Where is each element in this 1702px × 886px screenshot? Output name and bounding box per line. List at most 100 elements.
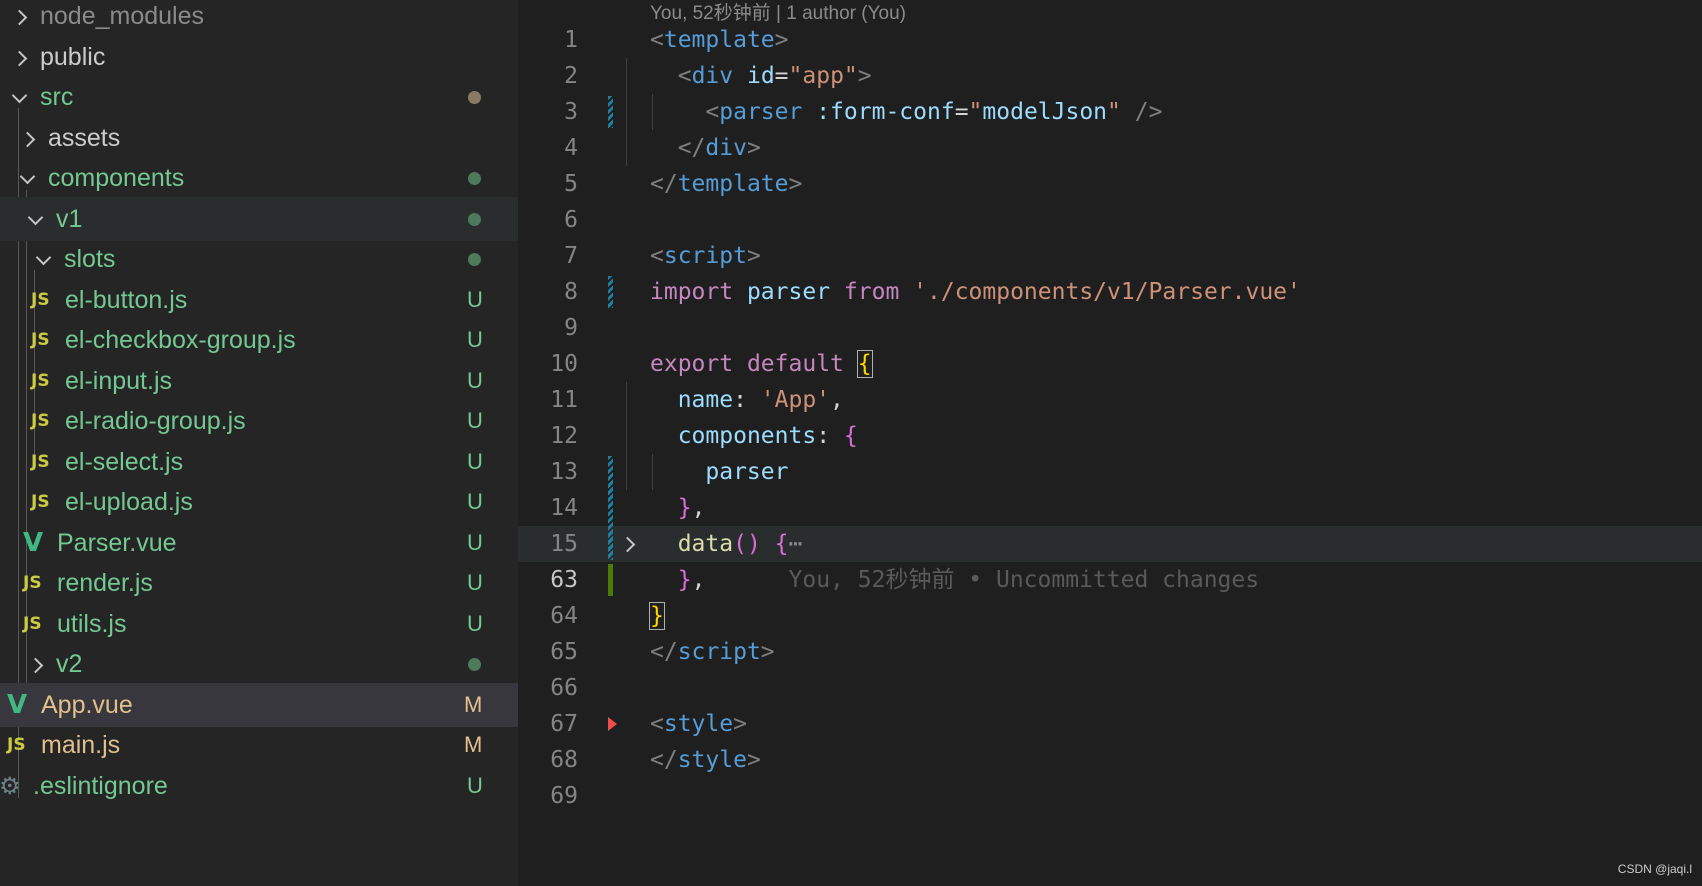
git-status-badge: U <box>467 570 483 595</box>
file-el-radio-group-js[interactable]: JS el-radio-group.js U <box>0 399 518 443</box>
code-line[interactable]: 15 data() {⋯ <box>518 526 1702 562</box>
code-line[interactable]: 6 <box>518 202 1702 238</box>
folder-node-modules[interactable]: node_modules <box>0 0 518 38</box>
git-modified-marker[interactable] <box>608 96 613 128</box>
code-text[interactable]: import parser from './components/v1/Pars… <box>650 274 1301 310</box>
code-line[interactable]: 67 <style> <box>518 706 1702 742</box>
file-el-button-js[interactable]: JS el-button.js U <box>0 278 518 322</box>
code-line[interactable]: 4 </div> <box>518 130 1702 166</box>
code-line[interactable]: 9 <box>518 310 1702 346</box>
line-number[interactable]: 11 <box>518 382 578 418</box>
watermark: CSDN @jaqi.l <box>1617 862 1692 876</box>
code-text[interactable]: parser <box>650 454 788 490</box>
line-number[interactable]: 14 <box>518 490 578 526</box>
code-text[interactable]: <style> <box>650 706 747 742</box>
tree-item-label: public <box>40 43 106 71</box>
code-text[interactable]: <parser :form-conf="modelJson" /> <box>650 94 1162 130</box>
line-number[interactable]: 7 <box>518 238 578 274</box>
folder-public[interactable]: public <box>0 35 518 79</box>
code-line[interactable]: 13 parser <box>518 454 1702 490</box>
code-text[interactable]: <div id="app"> <box>650 58 872 94</box>
line-number[interactable]: 2 <box>518 58 578 94</box>
folder-components[interactable]: components <box>0 156 518 200</box>
code-line[interactable]: 63 }, You, 52秒钟前 • Uncommitted changes <box>518 562 1702 598</box>
line-number[interactable]: 4 <box>518 130 578 166</box>
code-line[interactable]: 1 <template> <box>518 22 1702 58</box>
file-el-select-js[interactable]: JS el-select.js U <box>0 440 518 484</box>
git-deleted-marker[interactable] <box>608 717 617 731</box>
code-line[interactable]: 2 <div id="app"> <box>518 58 1702 94</box>
folder-v1[interactable]: v1 <box>0 197 518 241</box>
file-parser-vue[interactable]: V Parser.vue U <box>0 521 518 565</box>
line-number[interactable]: 5 <box>518 166 578 202</box>
code-text[interactable]: }, You, 52秒钟前 • Uncommitted changes <box>650 562 1259 598</box>
git-modified-marker[interactable] <box>608 276 613 308</box>
line-number[interactable]: 1 <box>518 22 578 58</box>
code-line[interactable]: 11 name: 'App', <box>518 382 1702 418</box>
line-number[interactable]: 12 <box>518 418 578 454</box>
tree-item-label: el-upload.js <box>65 488 193 516</box>
code-line[interactable]: 66 <box>518 670 1702 706</box>
code-text[interactable]: } <box>649 598 665 634</box>
folder-slots[interactable]: slots <box>0 237 518 281</box>
code-line[interactable]: 10 export default { <box>518 346 1702 382</box>
line-number[interactable]: 8 <box>518 274 578 310</box>
line-number[interactable]: 69 <box>518 778 578 814</box>
line-number[interactable]: 3 <box>518 94 578 130</box>
tree-item-label: node_modules <box>40 2 205 30</box>
folder-assets[interactable]: assets <box>0 116 518 160</box>
line-number[interactable]: 65 <box>518 634 578 670</box>
chevron-right-icon <box>20 132 32 144</box>
line-number[interactable]: 68 <box>518 742 578 778</box>
file-app-vue[interactable]: V App.vue M <box>0 683 518 727</box>
git-added-marker[interactable] <box>608 564 613 596</box>
code-line[interactable]: 5 </template> <box>518 166 1702 202</box>
line-number[interactable]: 63 <box>518 562 578 598</box>
code-line[interactable]: 12 components: { <box>518 418 1702 454</box>
javascript-file-icon: JS <box>31 492 50 512</box>
tree-item-label: el-button.js <box>65 286 188 314</box>
code-text[interactable]: </script> <box>650 634 775 670</box>
line-number[interactable]: 6 <box>518 202 578 238</box>
tree-item-label: Parser.vue <box>57 529 177 557</box>
file-utils-js[interactable]: JS utils.js U <box>0 602 518 646</box>
code-text[interactable]: components: { <box>650 418 858 454</box>
code-text[interactable]: data() {⋯ <box>650 526 803 562</box>
line-number[interactable]: 15 <box>518 526 578 562</box>
code-line[interactable]: 69 <box>518 778 1702 814</box>
line-number[interactable]: 64 <box>518 598 578 634</box>
line-number[interactable]: 9 <box>518 310 578 346</box>
line-number[interactable]: 66 <box>518 670 578 706</box>
git-modified-marker[interactable] <box>608 456 613 560</box>
code-text[interactable]: name: 'App', <box>650 382 844 418</box>
folder-v2[interactable]: v2 <box>0 642 518 686</box>
code-text[interactable]: }, <box>650 490 706 526</box>
code-line[interactable]: 3 <parser :form-conf="modelJson" /> <box>518 94 1702 130</box>
code-editor[interactable]: You, 52秒钟前 | 1 author (You) 1 <template> 2… <box>518 0 1702 886</box>
code-text[interactable]: </style> <box>650 742 761 778</box>
file-main-js[interactable]: JS main.js M <box>0 723 518 767</box>
javascript-file-icon: JS <box>31 411 50 431</box>
code-text[interactable]: <script> <box>650 238 761 274</box>
folder-src[interactable]: src <box>0 75 518 119</box>
code-text[interactable]: </template> <box>650 166 802 202</box>
file-el-upload-js[interactable]: JS el-upload.js U <box>0 480 518 524</box>
line-number[interactable]: 10 <box>518 346 578 382</box>
file-el-input-js[interactable]: JS el-input.js U <box>0 359 518 403</box>
code-text[interactable]: </div> <box>650 130 761 166</box>
code-text[interactable]: <template> <box>650 22 789 58</box>
code-line[interactable]: 64} <box>518 598 1702 634</box>
fold-chevron-icon[interactable] <box>622 538 634 550</box>
file-el-checkbox-group-js[interactable]: JS el-checkbox-group.js U <box>0 318 518 362</box>
file-eslintignore[interactable]: ⚙ .eslintignore U <box>0 764 518 808</box>
code-line[interactable]: 7 <script> <box>518 238 1702 274</box>
line-number[interactable]: 13 <box>518 454 578 490</box>
code-line[interactable]: 65 </script> <box>518 634 1702 670</box>
javascript-file-icon: JS <box>7 735 26 755</box>
code-line[interactable]: 14 }, <box>518 490 1702 526</box>
line-number[interactable]: 67 <box>518 706 578 742</box>
code-line[interactable]: 68 </style> <box>518 742 1702 778</box>
file-render-js[interactable]: JS render.js U <box>0 561 518 605</box>
code-line[interactable]: 8 import parser from './components/v1/Par… <box>518 274 1702 310</box>
code-text[interactable]: export default { <box>650 346 873 382</box>
